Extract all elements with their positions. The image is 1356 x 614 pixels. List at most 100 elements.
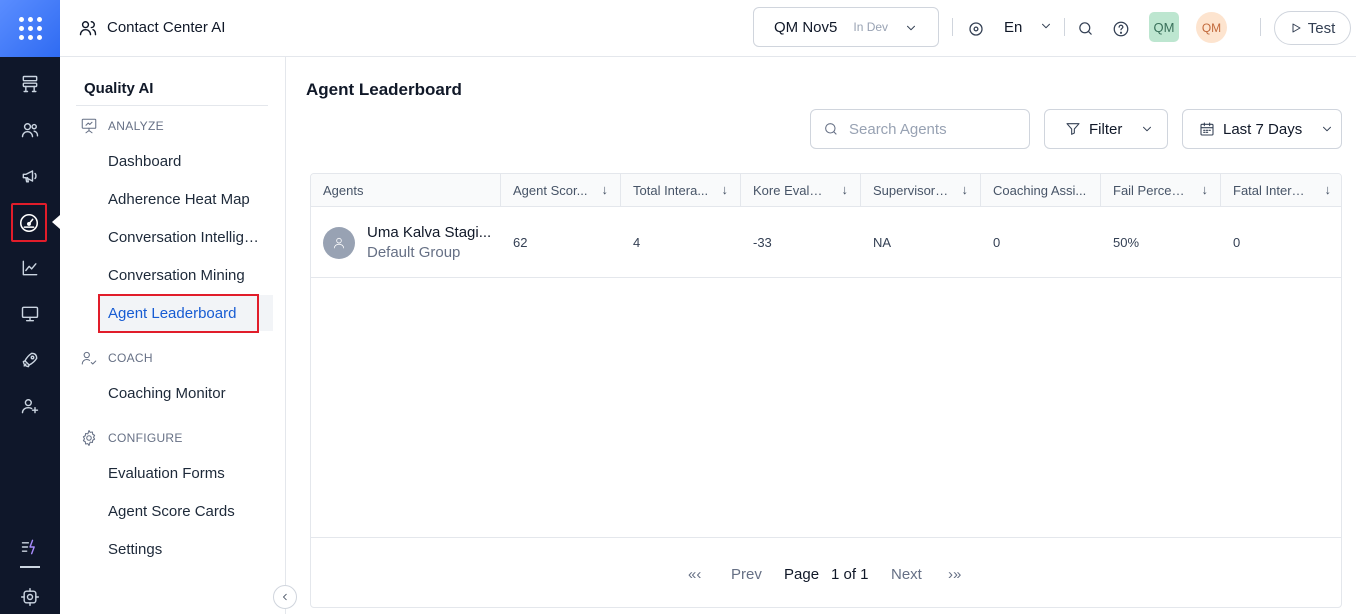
environment-select[interactable]: QM Nov5 In Dev (753, 7, 939, 47)
last-page-button[interactable]: ›» (948, 566, 961, 583)
presentation-icon (81, 118, 97, 134)
gear-icon (82, 429, 96, 447)
coach-icon (81, 351, 97, 365)
first-page-button[interactable]: «‹ (688, 566, 701, 583)
cell-agent-score: 62 (513, 235, 528, 250)
page-title: Agent Leaderboard (306, 80, 462, 99)
sort-arrow-icon[interactable]: ↓ (1202, 182, 1209, 197)
section-configure: CONFIGURE (80, 429, 183, 447)
table-row[interactable]: Uma Kalva Stagi... Default Group 62 4 -3… (311, 207, 1341, 278)
column-header-supervisor-audit[interactable]: Supervisor ... ↓ (861, 174, 981, 207)
sort-arrow-icon[interactable]: ↓ (602, 182, 609, 197)
chevron-down-icon[interactable] (1039, 19, 1053, 38)
section-label: ANALYZE (108, 119, 164, 133)
search-box[interactable] (810, 109, 1030, 149)
filter-icon (1066, 123, 1080, 135)
user-avatar[interactable]: QM (1196, 12, 1227, 43)
page-label: Page (784, 566, 820, 583)
target-icon[interactable] (967, 20, 985, 43)
filter-label: Filter (1089, 120, 1123, 138)
users-icon[interactable] (15, 115, 45, 145)
help-icon[interactable] (1112, 20, 1130, 43)
sort-arrow-icon[interactable]: ↓ (1325, 182, 1332, 197)
header-divider (1064, 18, 1065, 36)
sort-arrow-icon[interactable]: ↓ (722, 182, 729, 197)
monitor-icon[interactable] (15, 299, 45, 329)
calendar-icon (1200, 122, 1214, 136)
sidebar-item-agent-score-cards[interactable]: Agent Score Cards (108, 503, 235, 520)
header-divider (1260, 18, 1261, 36)
column-header-coaching-assignments[interactable]: Coaching Assi... (981, 174, 1101, 207)
search-icon[interactable] (1077, 20, 1094, 42)
chart-icon[interactable] (15, 253, 45, 283)
column-header-fatal-interactions[interactable]: Fatal Intera... ↓ (1221, 174, 1341, 207)
sidebar-item-adherence-heat-map[interactable]: Adherence Heat Map (108, 191, 250, 208)
settings-icon[interactable] (15, 582, 45, 612)
date-range-button[interactable]: Last 7 Days (1182, 109, 1342, 149)
column-header-agent-score[interactable]: Agent Scor... ↓ (501, 174, 621, 207)
section-label: CONFIGURE (108, 431, 183, 445)
users-icon (78, 18, 98, 43)
megaphone-icon[interactable] (15, 161, 45, 191)
prev-page-button[interactable]: Prev (731, 566, 762, 583)
cell-coaching-assignments: 0 (993, 235, 1001, 250)
lightning-list-icon[interactable] (15, 532, 45, 562)
user-icon (333, 237, 345, 249)
sidebar-title: Quality AI (84, 80, 154, 97)
sidebar-item-dashboard[interactable]: Dashboard (108, 153, 181, 170)
search-icon (825, 123, 837, 135)
agent-name[interactable]: Uma Kalva Stagi... (367, 224, 491, 241)
section-coach: COACH (80, 349, 153, 367)
next-page-button[interactable]: Next (891, 566, 922, 583)
cell-total-interactions: 4 (633, 235, 641, 250)
app-rail (0, 0, 60, 614)
page-indicator: 1 of 1 (831, 566, 869, 583)
cell-fail-percentage: 50% (1113, 235, 1140, 250)
sort-arrow-icon[interactable]: ↓ (842, 182, 849, 197)
section-label: COACH (108, 351, 153, 365)
module-sidebar: Quality AI ANALYZE Dashboard Adherence H… (60, 57, 297, 614)
date-range-label: Last 7 Days (1223, 120, 1303, 138)
active-pointer (52, 215, 60, 229)
table-header: Agents Agent Scor... ↓ Total Intera... ↓… (311, 174, 1341, 207)
agent-avatar (323, 227, 355, 259)
sidebar-divider (76, 105, 268, 106)
chevron-left-icon (282, 593, 287, 601)
rocket-icon[interactable] (15, 345, 45, 375)
collapse-sidebar-button[interactable] (273, 585, 297, 609)
app-title: Contact Center AI (107, 19, 226, 36)
pagination: «‹ Prev Page 1 of 1 Next ›» (311, 537, 1341, 607)
language-select[interactable]: En (1004, 19, 1022, 36)
sidebar-item-evaluation-forms[interactable]: Evaluation Forms (108, 465, 225, 482)
top-header: Contact Center AI QM Nov5 In Dev En QM Q… (60, 0, 1356, 57)
app-launcher-button[interactable] (0, 0, 60, 57)
workspace-avatar[interactable]: QM (1149, 12, 1179, 42)
column-header-fail-percentage[interactable]: Fail Percen... ↓ (1101, 174, 1221, 207)
cell-supervisor-audit: NA (873, 235, 892, 250)
sidebar-item-conversation-mining[interactable]: Conversation Mining (108, 267, 245, 284)
header-divider (952, 18, 953, 36)
chevron-down-icon (1323, 126, 1332, 132)
play-icon (1292, 23, 1301, 33)
sidebar-item-conversation-intelligence[interactable]: Conversation Intelligence (108, 229, 266, 246)
test-button[interactable]: Test (1274, 11, 1351, 45)
filter-button[interactable]: Filter (1044, 109, 1168, 149)
sidebar-item-settings[interactable]: Settings (108, 541, 162, 558)
environment-name: QM Nov5 (774, 18, 838, 36)
sidebar-item-coaching-monitor[interactable]: Coaching Monitor (108, 385, 226, 402)
column-header-agents[interactable]: Agents (311, 174, 501, 207)
sidebar-item-agent-leaderboard[interactable]: Agent Leaderboard (108, 305, 236, 322)
add-user-icon[interactable] (15, 391, 45, 421)
column-header-total-interactions[interactable]: Total Intera... ↓ (621, 174, 741, 207)
environment-status: In Dev (853, 20, 889, 34)
grid-dots-icon (18, 17, 42, 40)
test-label: Test (1307, 19, 1336, 37)
sort-arrow-icon[interactable]: ↓ (962, 182, 969, 197)
chevron-down-icon (904, 21, 918, 40)
rail-divider (20, 566, 40, 568)
gauge-icon[interactable] (11, 203, 47, 242)
cell-fatal-interactions: 0 (1233, 235, 1241, 250)
column-header-kore-evaluation[interactable]: Kore Evalua... ↓ (741, 174, 861, 207)
flow-icon[interactable] (15, 69, 45, 99)
search-input[interactable] (849, 120, 1019, 138)
